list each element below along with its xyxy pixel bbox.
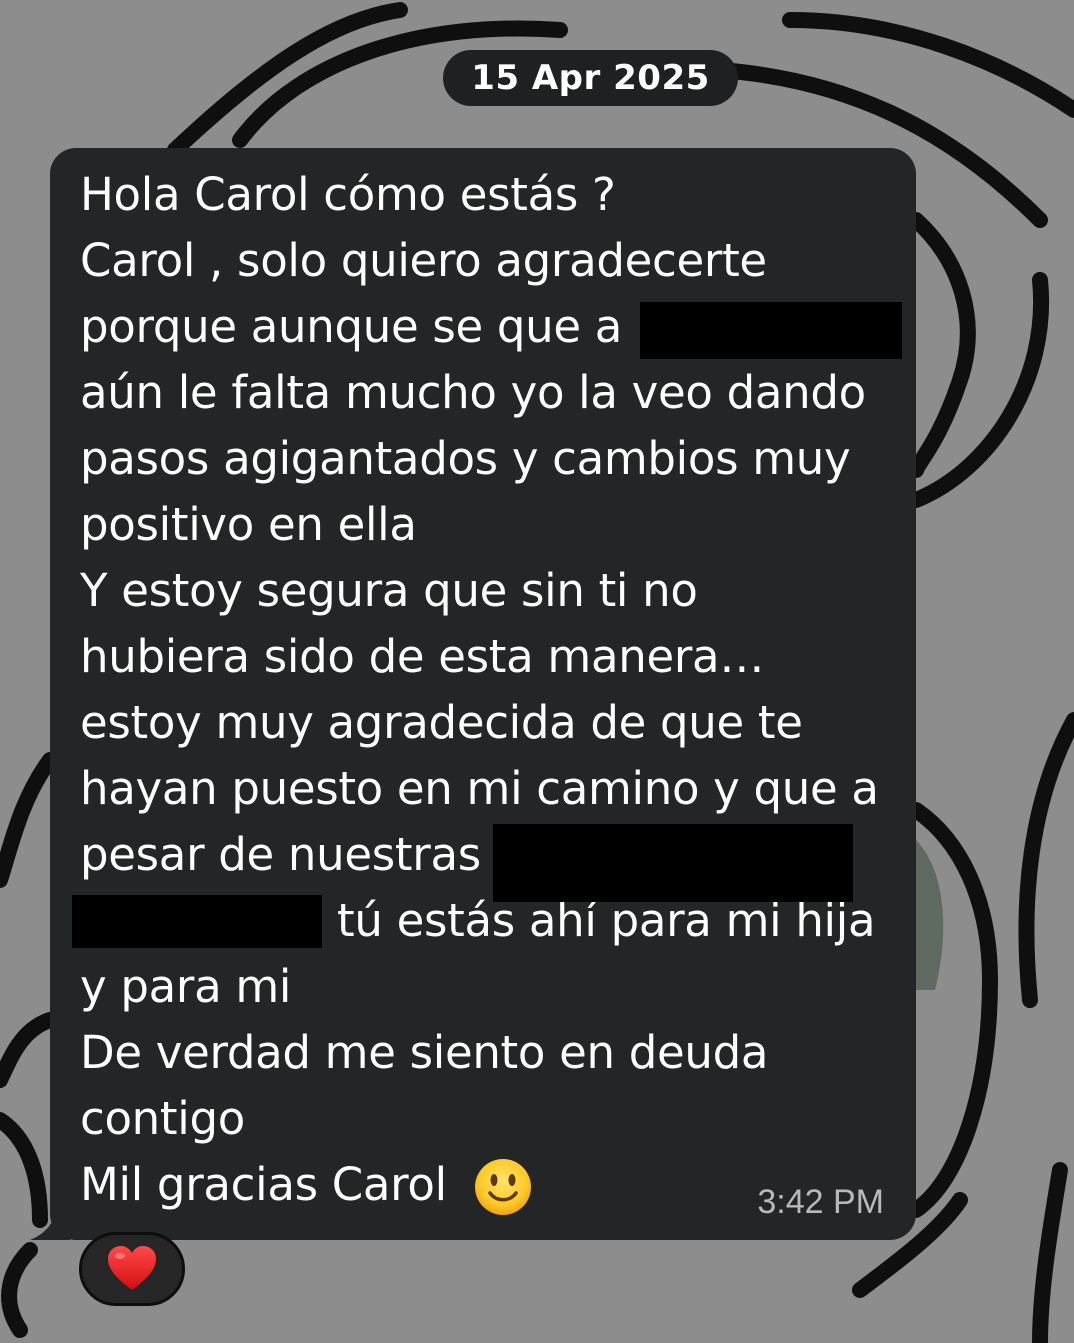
message-line: estoy muy agradecida de que te [80,696,803,749]
message-line: Hola Carol cómo estás ? [80,168,616,221]
message-line: Carol , solo quiero agradecerte [80,234,767,287]
redaction-box [640,302,902,359]
message-line: contigo [80,1092,245,1145]
reaction-badge[interactable] [79,1232,185,1306]
message-line: hubiera sido de esta manera… [80,630,765,683]
red-heart-icon [108,1246,156,1290]
message-line: hayan puesto en mi camino y que a [80,762,879,815]
slightly-smiling-face-icon [475,1159,531,1215]
redaction-box [493,824,853,902]
message-line: aún le falta mucho yo la veo dando [80,366,866,419]
message-line: De verdad me siento en deuda [80,1026,769,1079]
message-line: pasos agigantados y cambios muy [80,432,851,485]
redaction-box [72,895,322,948]
message-line: y para mi [80,960,292,1013]
message-line: positivo en ella [80,498,417,551]
message-timestamp: 3:42 PM [757,1183,884,1221]
message-line: Y estoy segura que sin ti no [80,564,698,617]
